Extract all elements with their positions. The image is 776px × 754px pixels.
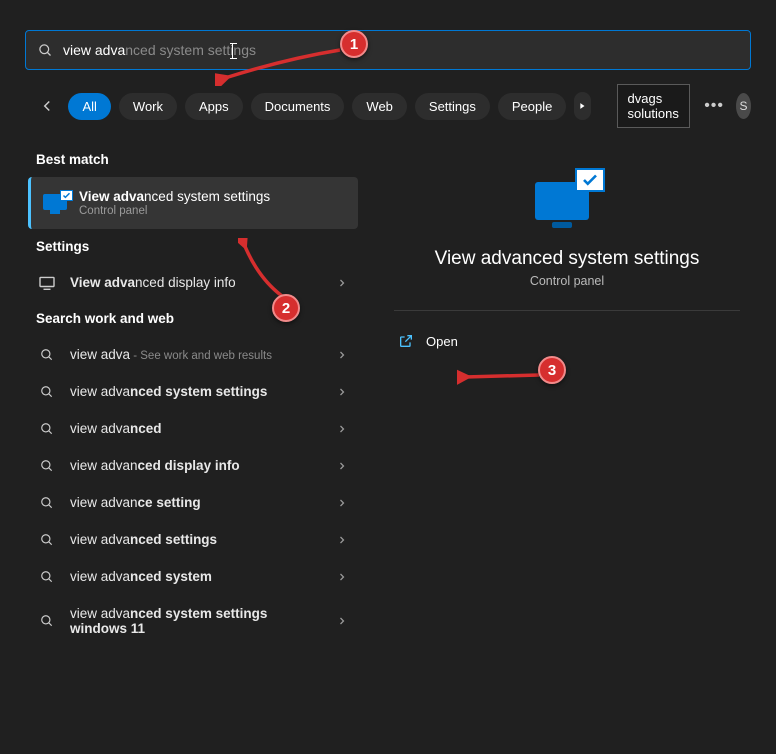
caret-right-icon (577, 101, 587, 111)
main-area: Best match View advanced system settings… (0, 142, 776, 647)
details-subtitle: Control panel (386, 274, 748, 288)
web-item-pre: view adva (70, 569, 130, 584)
search-icon (40, 422, 54, 436)
web-item-pre: view advan (70, 495, 138, 510)
web-item-pre: view adva (70, 532, 130, 547)
search-icon (40, 385, 54, 399)
web-summary-rest: - See work and web results (130, 350, 272, 362)
web-item-bold: nced system settings (130, 384, 267, 399)
monitor-check-icon (535, 172, 599, 228)
filter-documents[interactable]: Documents (251, 93, 345, 120)
org-tag[interactable]: dvags solutions (617, 84, 691, 128)
web-item-pre: view adva (70, 384, 130, 399)
chevron-right-icon (336, 349, 348, 361)
search-icon (38, 43, 53, 58)
web-item[interactable]: view advanced system (28, 558, 358, 595)
web-item[interactable]: view advanced settings (28, 521, 358, 558)
display-icon (38, 276, 56, 290)
avatar[interactable]: S (736, 93, 751, 119)
search-icon (40, 348, 54, 362)
ellipsis-icon: ••• (704, 97, 724, 115)
web-item[interactable]: view advanced (28, 410, 358, 447)
search-typed-text: view adva (63, 42, 125, 58)
web-summary-item[interactable]: view adva - See work and web results (28, 336, 358, 373)
filter-row: All Work Apps Documents Web Settings Peo… (0, 70, 776, 142)
best-match-header: Best match (28, 142, 358, 177)
text-cursor-icon (232, 44, 233, 58)
search-icon (40, 533, 54, 547)
search-icon (40, 496, 54, 510)
best-match-title-bold: View adva (79, 189, 144, 204)
chevron-right-icon (336, 534, 348, 546)
best-match-item[interactable]: View advanced system settings Control pa… (28, 177, 358, 229)
settings-item-rest: nced display info (135, 275, 236, 290)
open-label: Open (426, 334, 458, 349)
web-header: Search work and web (28, 301, 358, 336)
settings-item-bold: View adva (70, 275, 135, 290)
web-item-bold: ced display info (138, 458, 240, 473)
filter-apps[interactable]: Apps (185, 93, 243, 120)
web-item-pre: view adva (70, 606, 130, 621)
search-icon (40, 614, 54, 628)
chevron-right-icon (336, 423, 348, 435)
arrow-left-icon (38, 97, 56, 115)
search-bar[interactable]: view advanced system settings (25, 30, 751, 70)
details-header: View advanced system settings Control pa… (386, 172, 748, 288)
web-item[interactable]: view advance setting (28, 484, 358, 521)
search-icon (40, 459, 54, 473)
best-match-subtitle: Control panel (79, 205, 270, 217)
web-item-bold: nced system (130, 569, 212, 584)
chevron-right-icon (336, 460, 348, 472)
filter-scroll-right[interactable] (574, 92, 590, 120)
filter-web[interactable]: Web (352, 93, 407, 120)
search-suggestion-text: nced system settings (125, 42, 256, 58)
web-item-bold: nced (130, 421, 162, 436)
search-input[interactable]: view advanced system settings (63, 42, 256, 58)
open-icon (398, 333, 414, 349)
filter-people[interactable]: People (498, 93, 566, 120)
details-pane: View advanced system settings Control pa… (372, 142, 762, 647)
monitor-check-icon (43, 192, 69, 214)
chevron-right-icon (336, 386, 348, 398)
filter-work[interactable]: Work (119, 93, 177, 120)
web-item[interactable]: view advanced system settings windows 11 (28, 595, 358, 647)
web-item-bold: nced settings (130, 532, 217, 547)
search-icon (40, 570, 54, 584)
details-title: View advanced system settings (386, 248, 748, 270)
chevron-right-icon (336, 497, 348, 509)
settings-item[interactable]: View advanced display info (28, 264, 358, 301)
open-button[interactable]: Open (386, 325, 748, 357)
web-item[interactable]: view advanced system settings (28, 373, 358, 410)
filter-settings[interactable]: Settings (415, 93, 490, 120)
web-summary-bold: view adva (70, 347, 130, 362)
results-pane: Best match View advanced system settings… (28, 142, 358, 647)
filter-all[interactable]: All (68, 93, 110, 120)
chevron-right-icon (336, 277, 348, 289)
divider (394, 310, 740, 311)
chevron-right-icon (336, 615, 348, 627)
web-item-pre: view advan (70, 458, 138, 473)
settings-header: Settings (28, 229, 358, 264)
best-match-title-rest: nced system settings (144, 189, 270, 204)
back-button[interactable] (38, 90, 56, 122)
web-item[interactable]: view advanced display info (28, 447, 358, 484)
web-item-pre: view adva (70, 421, 130, 436)
chevron-right-icon (336, 571, 348, 583)
more-button[interactable]: ••• (704, 90, 724, 122)
best-match-text: View advanced system settings Control pa… (79, 189, 270, 217)
web-item-bold: ce setting (138, 495, 201, 510)
